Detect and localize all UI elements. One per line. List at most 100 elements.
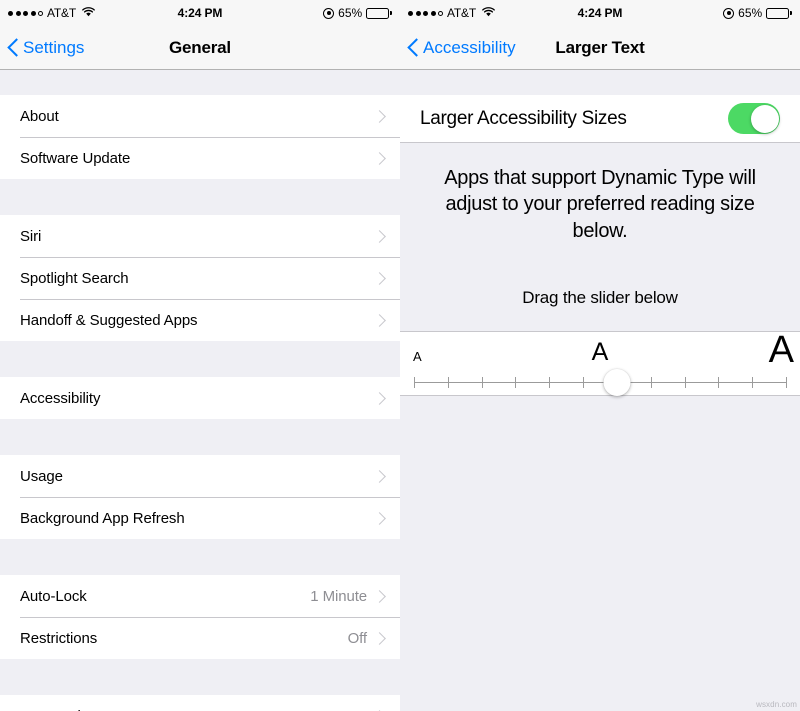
settings-group-1: About Software Update bbox=[0, 95, 400, 179]
chevron-right-icon bbox=[373, 631, 386, 645]
chevron-right-icon bbox=[373, 469, 386, 483]
toggle-label: Larger Accessibility Sizes bbox=[420, 107, 627, 129]
back-button-accessibility[interactable]: Accessibility bbox=[408, 38, 516, 58]
battery-icon bbox=[366, 7, 392, 19]
carrier-label: AT&T bbox=[447, 6, 476, 20]
watermark: wsxdn.com bbox=[756, 700, 797, 709]
slider-tick bbox=[549, 377, 551, 389]
text-size-slider-card: A A A bbox=[400, 329, 800, 397]
back-button-label: Settings bbox=[23, 37, 85, 57]
slider-knob[interactable] bbox=[603, 369, 631, 397]
toggle-knob bbox=[750, 104, 779, 133]
row-label: About bbox=[20, 107, 59, 125]
location-services-icon bbox=[723, 7, 735, 19]
status-bar-carrier-group: AT&T bbox=[408, 6, 723, 20]
slider-tick bbox=[583, 377, 585, 389]
larger-text-body: Larger Accessibility Sizes Apps that sup… bbox=[400, 70, 800, 397]
list-gap bbox=[0, 179, 400, 215]
carrier-label: AT&T bbox=[47, 6, 76, 20]
row-label: Handoff & Suggested Apps bbox=[20, 311, 198, 329]
row-label: Auto-Lock bbox=[20, 587, 87, 605]
settings-group-6: Date & Time bbox=[0, 695, 400, 711]
chevron-right-icon bbox=[373, 391, 386, 405]
top-gap bbox=[400, 70, 800, 95]
battery-percent-label: 65% bbox=[738, 6, 763, 20]
status-bar-right: AT&T 4:24 PM 65% bbox=[400, 0, 800, 26]
slider-tick bbox=[414, 377, 415, 389]
larger-accessibility-sizes-row[interactable]: Larger Accessibility Sizes bbox=[400, 95, 800, 143]
text-size-slider[interactable] bbox=[414, 369, 787, 397]
slider-tick bbox=[447, 377, 449, 389]
settings-row-date-time[interactable]: Date & Time bbox=[0, 695, 400, 711]
settings-row-siri[interactable]: Siri bbox=[0, 215, 400, 257]
slider-mid-label: A bbox=[591, 338, 609, 367]
list-gap bbox=[0, 419, 400, 455]
left-screen-general: AT&T 4:24 PM 65% Settings General About … bbox=[0, 0, 400, 711]
chevron-right-icon bbox=[373, 271, 386, 285]
signal-strength-icon bbox=[8, 10, 43, 16]
back-button-settings[interactable]: Settings bbox=[8, 38, 84, 58]
list-gap bbox=[0, 539, 400, 575]
row-label: Restrictions bbox=[20, 629, 98, 647]
slider-tick bbox=[515, 377, 517, 389]
status-bar-right-group: 65% bbox=[723, 6, 792, 20]
slider-tick bbox=[752, 377, 754, 389]
back-button-label: Accessibility bbox=[423, 37, 516, 57]
slider-tick bbox=[481, 377, 483, 389]
larger-accessibility-sizes-toggle[interactable] bbox=[728, 103, 780, 134]
slider-track bbox=[414, 382, 786, 384]
row-label: Spotlight Search bbox=[20, 269, 129, 287]
settings-group-4: Usage Background App Refresh bbox=[0, 455, 400, 539]
slider-tick bbox=[684, 377, 686, 389]
row-label: Software Update bbox=[20, 149, 131, 167]
row-label: Accessibility bbox=[20, 389, 101, 407]
signal-strength-icon bbox=[408, 10, 443, 16]
settings-row-usage[interactable]: Usage bbox=[0, 455, 400, 497]
drag-slider-hint: Drag the slider below bbox=[522, 288, 678, 308]
chevron-right-icon bbox=[373, 151, 386, 165]
row-label: Date & Time bbox=[20, 708, 375, 711]
settings-group-5: Auto-Lock 1 Minute Restrictions Off bbox=[0, 575, 400, 659]
wifi-icon bbox=[482, 6, 495, 20]
settings-row-restrictions[interactable]: Restrictions Off bbox=[0, 617, 400, 659]
list-gap bbox=[0, 70, 400, 95]
settings-group-3: Accessibility bbox=[0, 377, 400, 419]
list-gap bbox=[0, 341, 400, 377]
list-gap bbox=[0, 659, 400, 695]
settings-group-2: Siri Spotlight Search Handoff & Suggeste… bbox=[0, 215, 400, 341]
nav-bar-left: Settings General bbox=[0, 26, 400, 70]
settings-row-background-app-refresh[interactable]: Background App Refresh bbox=[0, 497, 400, 539]
chevron-right-icon bbox=[373, 229, 386, 243]
right-screen-larger-text: AT&T 4:24 PM 65% Accessibility Larger Te… bbox=[400, 0, 800, 711]
location-services-icon bbox=[323, 7, 335, 19]
settings-row-auto-lock[interactable]: Auto-Lock 1 Minute bbox=[0, 575, 400, 617]
row-label: Siri bbox=[20, 227, 42, 245]
row-label: Usage bbox=[20, 467, 63, 485]
status-bar-left: AT&T 4:24 PM 65% bbox=[0, 0, 400, 26]
status-bar-right-group: 65% bbox=[323, 6, 392, 20]
settings-row-software-update[interactable]: Software Update bbox=[0, 137, 400, 179]
slider-tick bbox=[786, 377, 787, 389]
settings-row-spotlight-search[interactable]: Spotlight Search bbox=[0, 257, 400, 299]
row-label: Background App Refresh bbox=[20, 509, 185, 527]
chevron-left-icon bbox=[8, 38, 19, 57]
settings-row-handoff-suggested-apps[interactable]: Handoff & Suggested Apps bbox=[0, 299, 400, 341]
battery-icon bbox=[766, 7, 792, 19]
battery-percent-label: 65% bbox=[338, 6, 363, 20]
status-bar-carrier-group: AT&T bbox=[8, 6, 323, 20]
slider-tick bbox=[718, 377, 720, 389]
wifi-icon bbox=[82, 6, 95, 20]
chevron-right-icon bbox=[373, 109, 386, 123]
slider-max-label: A bbox=[768, 329, 794, 372]
row-value: 1 Minute bbox=[310, 587, 367, 605]
chevron-right-icon bbox=[373, 313, 386, 327]
slider-tick bbox=[650, 377, 652, 389]
nav-bar-right: Accessibility Larger Text bbox=[400, 26, 800, 70]
chevron-right-icon bbox=[373, 589, 386, 603]
settings-row-accessibility[interactable]: Accessibility bbox=[0, 377, 400, 419]
dual-screenshot-container: AT&T 4:24 PM 65% Settings General About … bbox=[0, 0, 800, 711]
slider-min-label: A bbox=[413, 349, 422, 365]
settings-row-about[interactable]: About bbox=[0, 95, 400, 137]
chevron-left-icon bbox=[408, 38, 419, 57]
dynamic-type-description: Apps that support Dynamic Type will adju… bbox=[444, 167, 756, 242]
